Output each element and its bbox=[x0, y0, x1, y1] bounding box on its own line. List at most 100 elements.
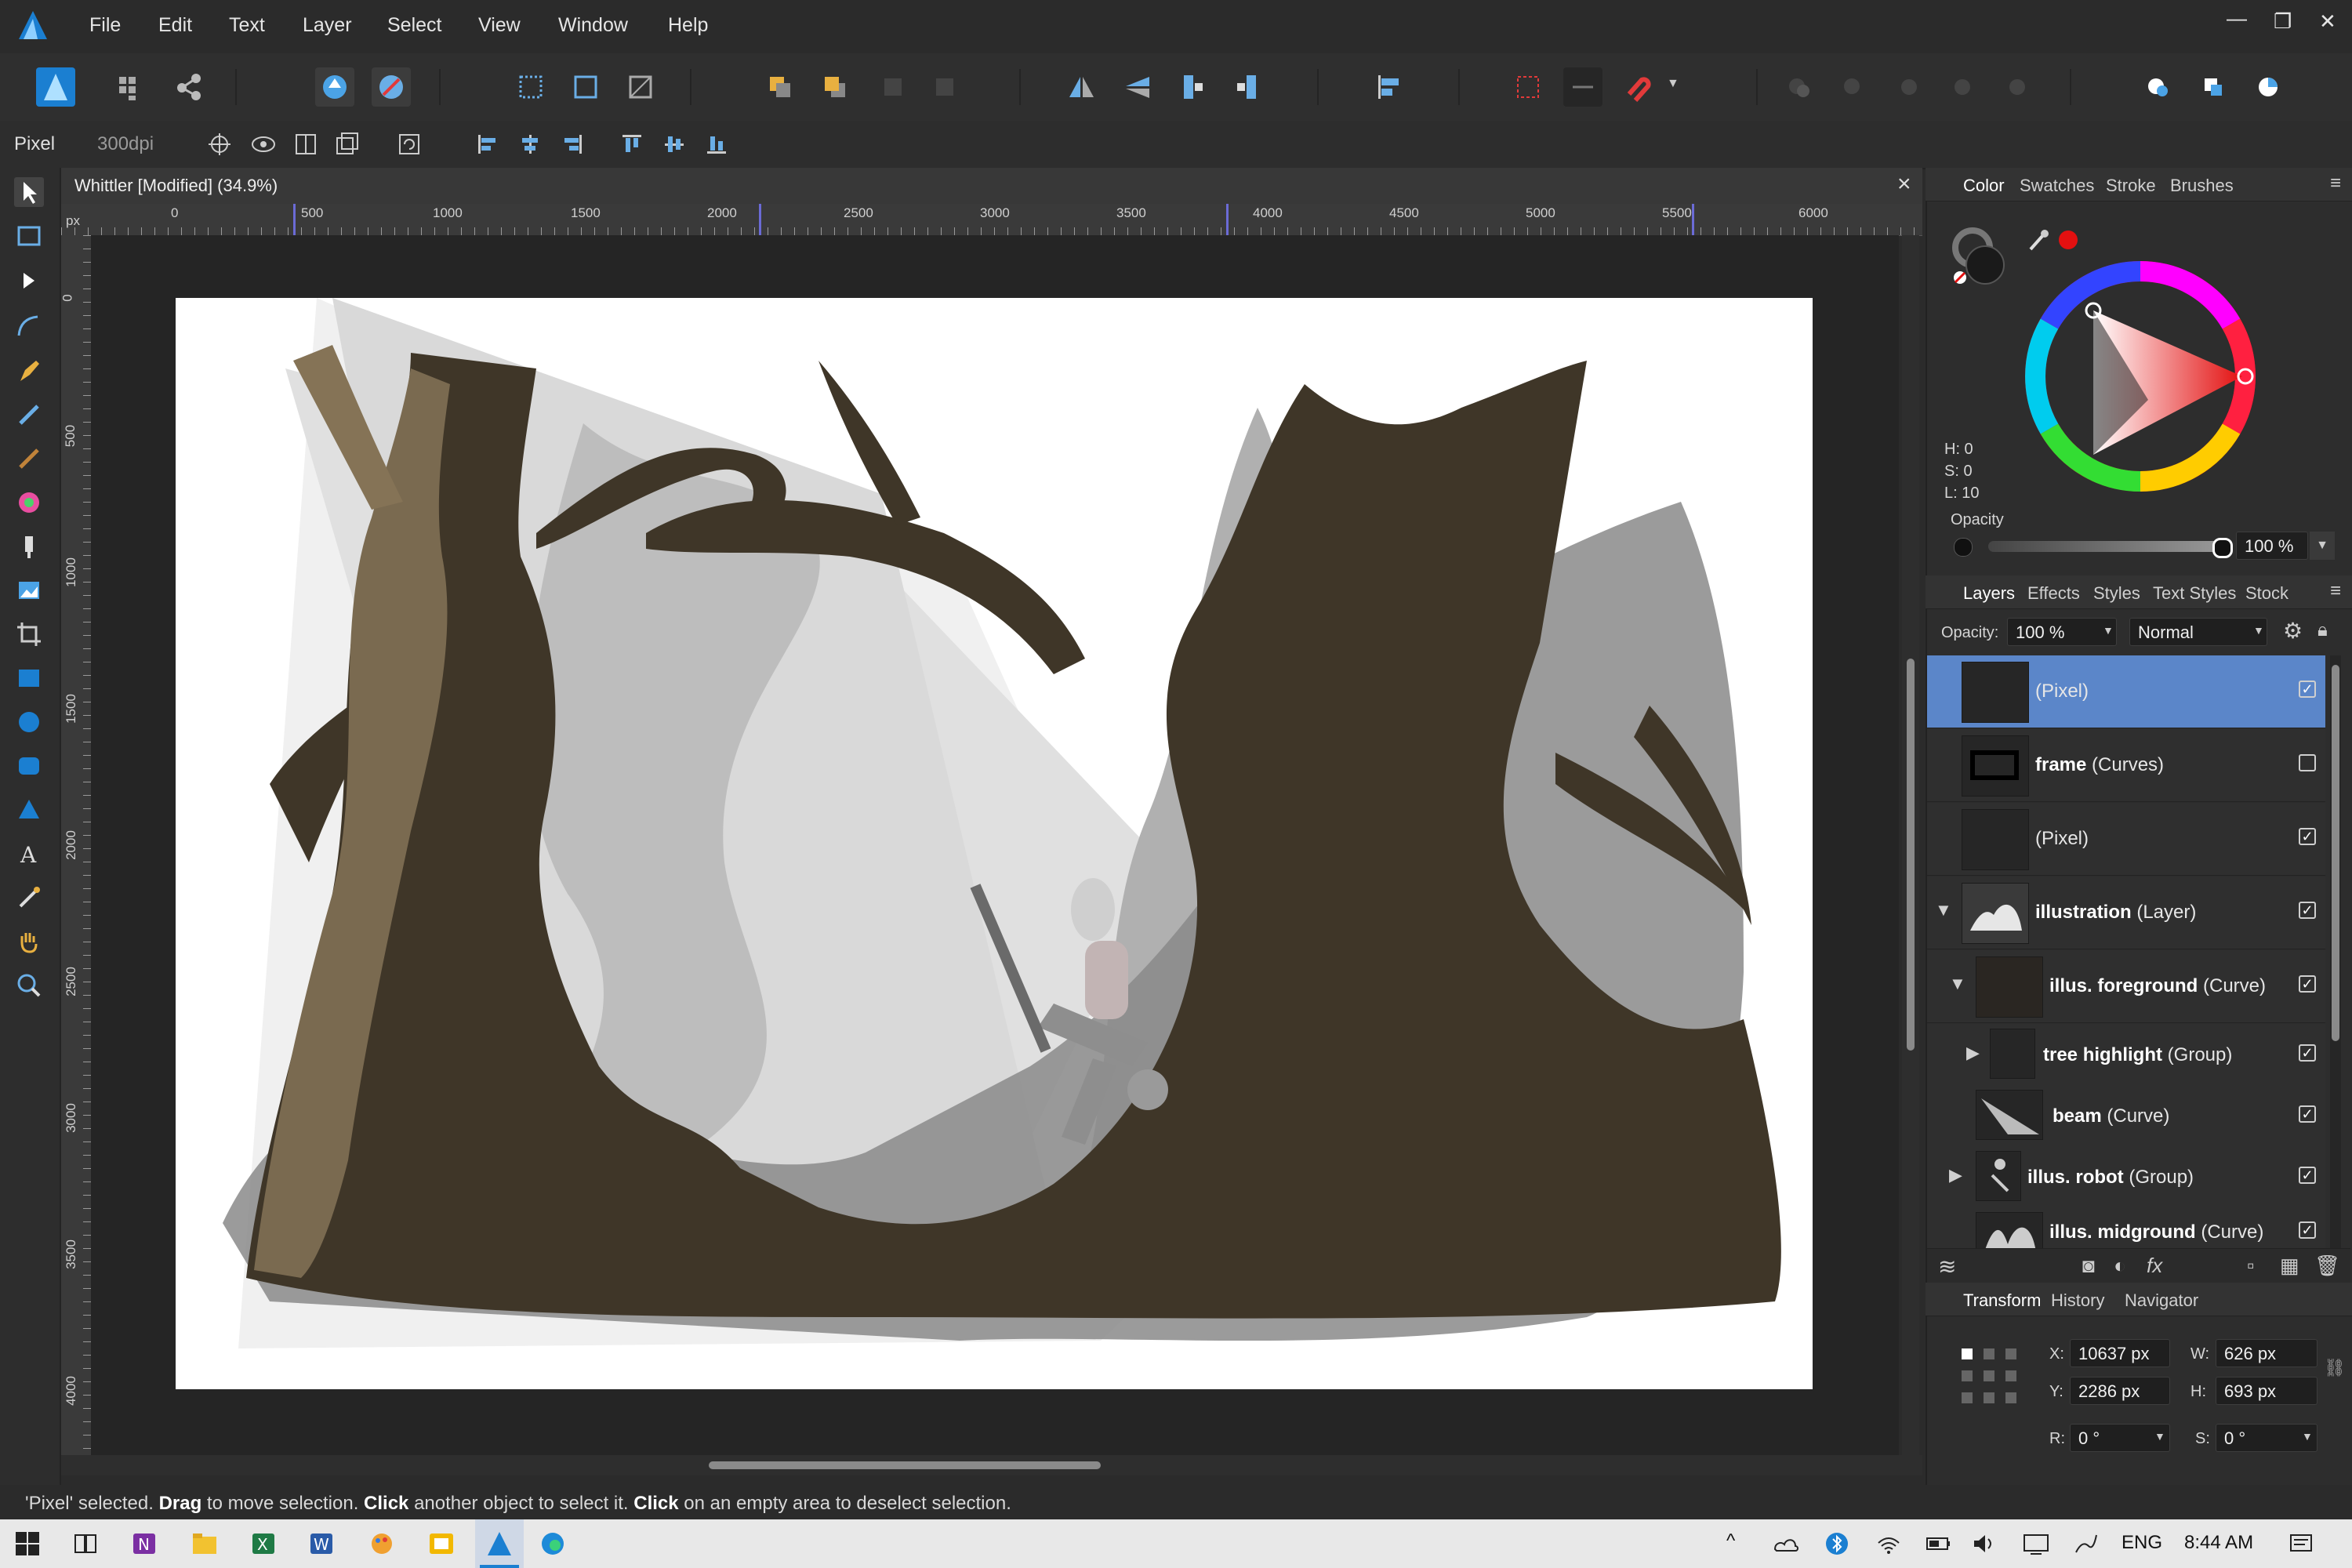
rectangle-tool-icon[interactable] bbox=[14, 663, 44, 693]
width-input[interactable]: 626 px bbox=[2216, 1339, 2318, 1367]
picked-color-swatch[interactable] bbox=[2059, 230, 2078, 249]
snap-objects-button[interactable] bbox=[1563, 67, 1602, 107]
xor-boolean-button[interactable] bbox=[1943, 67, 1982, 107]
menu-window[interactable]: Window bbox=[558, 14, 628, 37]
move-tool-icon[interactable] bbox=[14, 177, 44, 207]
align-right-icon[interactable] bbox=[558, 130, 586, 158]
layers-scrollbar[interactable] bbox=[2330, 655, 2341, 1248]
notifications-icon[interactable] bbox=[2286, 1529, 2316, 1559]
blend-mode-dropdown-icon[interactable]: ▼ bbox=[2253, 624, 2264, 637]
transparency-tool-icon[interactable] bbox=[14, 532, 44, 561]
eyedropper-icon[interactable] bbox=[2026, 227, 2049, 254]
volume-icon[interactable] bbox=[1969, 1529, 1999, 1559]
layer-visibility-checkbox[interactable]: ✓ bbox=[2299, 1105, 2316, 1123]
fx-icon[interactable]: fx bbox=[2147, 1254, 2162, 1278]
opacity-slider-handle[interactable] bbox=[2212, 538, 2233, 558]
crop-tool-icon[interactable] bbox=[14, 619, 44, 649]
layer-settings-gear-icon[interactable]: ⚙ bbox=[2283, 618, 2303, 644]
layer-visibility-checkbox[interactable]: ✓ bbox=[2299, 1044, 2316, 1062]
eye-icon[interactable] bbox=[249, 130, 278, 158]
layer-row[interactable]: beam (Curve) ✓ bbox=[1927, 1085, 2325, 1147]
align-left-icon[interactable] bbox=[474, 130, 502, 158]
insert-top-button[interactable] bbox=[2194, 67, 2233, 107]
bounding-box-icon[interactable] bbox=[332, 130, 361, 158]
menu-layer[interactable]: Layer bbox=[303, 14, 352, 37]
transform-mode-button[interactable] bbox=[621, 67, 660, 107]
hand-tool-icon[interactable] bbox=[14, 927, 44, 956]
layer-visibility-checkbox[interactable]: ✓ bbox=[2299, 902, 2316, 919]
add-boolean-button[interactable] bbox=[1780, 67, 1819, 107]
opacity-dropdown-icon[interactable]: ▼ bbox=[2310, 532, 2335, 560]
tab-text-styles[interactable]: Text Styles bbox=[2153, 583, 2236, 604]
rotate-right-button[interactable] bbox=[1228, 67, 1267, 107]
expand-icon[interactable]: ▶ bbox=[1949, 1165, 1962, 1185]
layer-row[interactable]: illus. midground (Curve) ✓ bbox=[1927, 1207, 2325, 1249]
restore-icon[interactable]: ❐ bbox=[2274, 9, 2292, 34]
vertical-scrollbar[interactable] bbox=[1902, 235, 1919, 1458]
close-window-icon[interactable]: ✕ bbox=[2319, 9, 2336, 34]
move-to-front-button[interactable] bbox=[925, 67, 964, 107]
color-picker-tool-icon[interactable] bbox=[14, 883, 44, 913]
snap-grid-button[interactable] bbox=[1508, 67, 1548, 107]
x-position-input[interactable]: 10637 px bbox=[2070, 1339, 2170, 1367]
layer-row[interactable]: ▶ illus. robot (Group) ✓ bbox=[1927, 1146, 2325, 1208]
artboard[interactable] bbox=[176, 298, 1813, 1389]
vertical-ruler[interactable]: 0 500 1000 1500 2000 2500 3000 3500 4000 bbox=[60, 235, 92, 1458]
expand-icon[interactable]: ▶ bbox=[1966, 1043, 1980, 1063]
layer-visibility-checkbox[interactable]: ✓ bbox=[2299, 681, 2316, 698]
add-layer-icon[interactable]: ▦ bbox=[2280, 1254, 2299, 1278]
ellipse-tool-icon[interactable] bbox=[14, 707, 44, 737]
wifi-icon[interactable] bbox=[1874, 1529, 1904, 1559]
delete-layer-icon[interactable]: 🗑︎ bbox=[2314, 1254, 2340, 1278]
clock-time[interactable]: 8:44 AM bbox=[2184, 1532, 2253, 1554]
align-middle-icon[interactable] bbox=[660, 130, 688, 158]
lock-aspect-icon[interactable]: ⛓︎ bbox=[2324, 1358, 2346, 1378]
affinity-designer-taskbar-icon[interactable] bbox=[485, 1529, 514, 1559]
transform-origin-icon[interactable] bbox=[395, 130, 423, 158]
layer-opacity-input[interactable]: 100 % bbox=[2007, 618, 2117, 646]
export-persona-button[interactable] bbox=[169, 67, 209, 107]
brush-tool-icon[interactable] bbox=[14, 444, 44, 474]
collapse-icon[interactable]: ▼ bbox=[1949, 974, 1966, 994]
windows-start-icon[interactable] bbox=[13, 1529, 42, 1559]
rotation-dropdown-icon[interactable]: ▼ bbox=[2154, 1430, 2165, 1443]
fill-tool-icon[interactable] bbox=[14, 488, 44, 517]
slides-app-icon[interactable] bbox=[426, 1529, 456, 1559]
tab-color[interactable]: Color bbox=[1963, 176, 2005, 196]
tab-transform[interactable]: Transform bbox=[1963, 1290, 2041, 1311]
menu-view[interactable]: View bbox=[478, 14, 521, 37]
pencil-tool-icon[interactable] bbox=[14, 400, 44, 430]
selection-target-icon[interactable] bbox=[205, 130, 234, 158]
paint-icon[interactable] bbox=[367, 1529, 397, 1559]
tab-effects[interactable]: Effects bbox=[2027, 583, 2080, 604]
layer-visibility-checkbox[interactable] bbox=[2299, 754, 2316, 771]
horizontal-scrollbar[interactable] bbox=[61, 1455, 1922, 1475]
color-wheel[interactable] bbox=[2023, 259, 2258, 494]
move-forward-button[interactable] bbox=[815, 67, 855, 107]
panel-menu-icon[interactable]: ≡ bbox=[2330, 580, 2341, 602]
snapping-dropdown-icon[interactable]: ▼ bbox=[1667, 77, 1679, 91]
menu-file[interactable]: File bbox=[89, 14, 121, 37]
layer-visibility-checkbox[interactable]: ✓ bbox=[2299, 975, 2316, 993]
opacity-input[interactable]: 100 % bbox=[2236, 532, 2308, 560]
layer-row[interactable]: ▶ tree highlight (Group) ✓ bbox=[1927, 1024, 2325, 1086]
display-icon[interactable] bbox=[2021, 1529, 2051, 1559]
opacity-slider[interactable] bbox=[1988, 541, 2223, 552]
excel-icon[interactable]: X bbox=[249, 1529, 279, 1559]
align-button[interactable] bbox=[1369, 67, 1408, 107]
intersect-boolean-button[interactable] bbox=[1889, 67, 1929, 107]
layer-row[interactable]: (Pixel) ✓ bbox=[1927, 803, 2325, 876]
affinity-designer-logo-icon[interactable] bbox=[16, 8, 50, 42]
rotate-left-button[interactable] bbox=[1173, 67, 1212, 107]
tab-navigator[interactable]: Navigator bbox=[2125, 1290, 2198, 1311]
layer-row[interactable]: frame (Curves) bbox=[1927, 729, 2325, 802]
text-tool-icon[interactable]: A bbox=[14, 839, 44, 869]
node-tool-icon[interactable] bbox=[14, 267, 44, 296]
height-input[interactable]: 693 px bbox=[2216, 1377, 2318, 1405]
layers-scroll-thumb[interactable] bbox=[2332, 665, 2339, 1041]
tab-stock[interactable]: Stock bbox=[2245, 583, 2288, 604]
mask-layer-icon[interactable]: ◙ bbox=[2082, 1254, 2095, 1278]
layer-visibility-checkbox[interactable]: ✓ bbox=[2299, 828, 2316, 845]
bluetooth-icon[interactable] bbox=[1822, 1529, 1852, 1559]
vertical-scroll-thumb[interactable] bbox=[1907, 659, 1915, 1051]
